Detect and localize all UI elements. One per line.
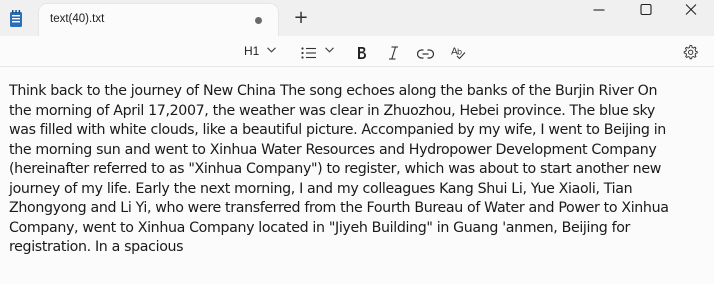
text-line: Company, went to Xinhua Company located … (9, 219, 631, 236)
chevron-down-icon[interactable] (267, 47, 276, 53)
title-bar: text(40).txt + (0, 0, 714, 36)
heading-dropdown[interactable]: H1 (244, 44, 259, 58)
text-line: (hereinafter referred to as "Xinhua Comp… (9, 161, 661, 177)
document-text[interactable]: Think back to the journey of New China T… (9, 82, 713, 258)
close-icon (685, 4, 697, 15)
list-icon[interactable] (301, 44, 317, 62)
tab-document[interactable]: text(40).txt (39, 4, 278, 36)
chevron-down-icon[interactable] (325, 47, 334, 53)
svg-text:b: b (457, 48, 462, 57)
minimize-icon (593, 9, 605, 11)
new-tab-button[interactable]: + (292, 9, 310, 27)
unsaved-indicator-icon[interactable] (255, 17, 262, 24)
text-line: was filled with white clouds, like a bea… (9, 122, 666, 138)
link-icon[interactable] (417, 45, 434, 63)
bold-icon[interactable] (356, 44, 367, 62)
close-button[interactable] (668, 0, 714, 30)
text-line: journey of my life. Early the next morni… (9, 180, 633, 197)
maximize-icon (640, 3, 652, 16)
text-line: Think back to the journey of New China T… (9, 83, 658, 99)
maximize-button[interactable] (623, 0, 669, 30)
text-line: the morning sun and went to Xinhua Water… (9, 141, 657, 158)
spellcheck-icon[interactable]: A b (451, 43, 466, 61)
minimize-button[interactable] (576, 0, 622, 30)
text-line: the morning of April 17,2007, the weathe… (9, 102, 655, 119)
italic-icon[interactable] (388, 44, 399, 62)
text-editor[interactable]: Think back to the journey of New China T… (0, 67, 714, 284)
tab-title: text(40).txt (50, 13, 105, 25)
settings-icon[interactable] (683, 43, 698, 61)
formatting-toolbar: H1 A b (0, 36, 714, 66)
text-line: registration. In a spacious (9, 239, 184, 255)
notepad-icon (10, 10, 22, 27)
text-line: Zhongyong and Li Yi, who were transferre… (9, 200, 669, 216)
